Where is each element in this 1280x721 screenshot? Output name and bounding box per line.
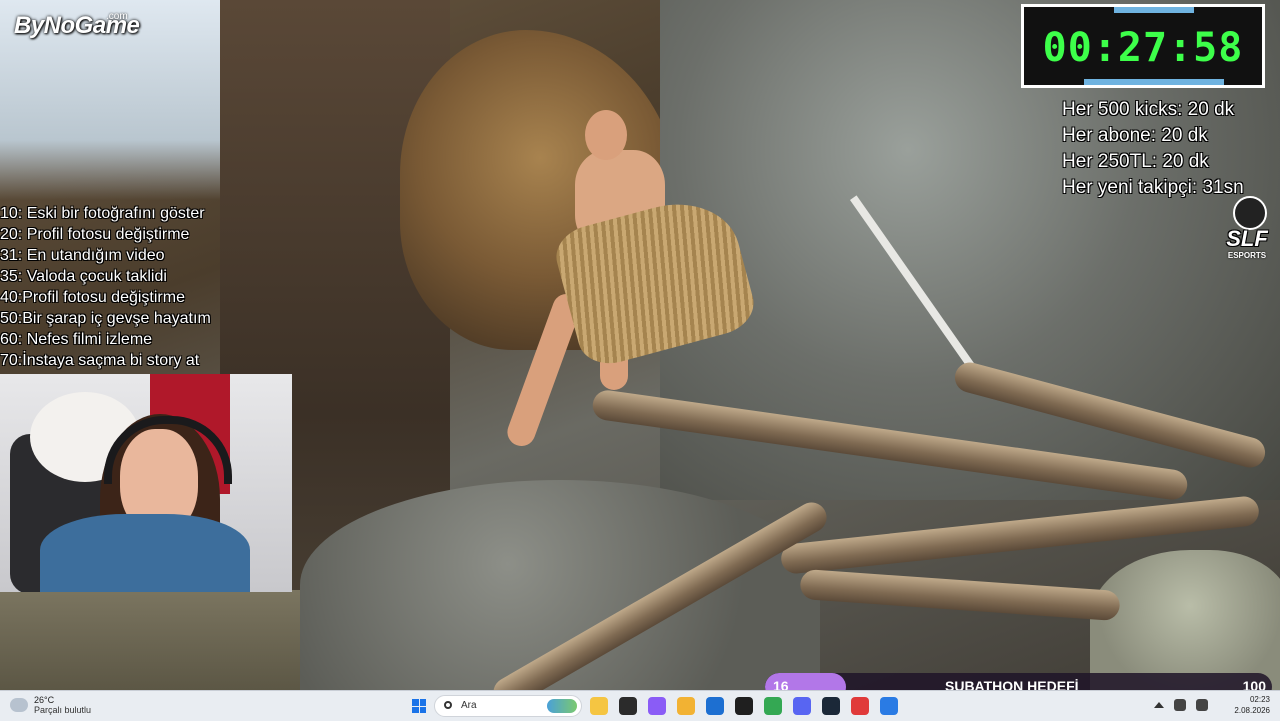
rate-item: Her 250TL: 20 dk <box>1062 151 1209 172</box>
obs-icon[interactable] <box>735 697 753 715</box>
system-tray <box>1154 699 1208 711</box>
team-logo: SLF ESPORTS <box>1219 196 1275 264</box>
search-icon <box>444 701 452 709</box>
rate-item: Her yeni takipçi: 31sn <box>1062 177 1244 198</box>
timer-value: 00:27:58 <box>1042 25 1244 71</box>
taskbar-search[interactable]: Ara <box>434 695 582 717</box>
weather-desc: Parçalı bulutlu <box>34 705 92 715</box>
streamer-in-video <box>503 110 761 460</box>
taskbar: 26°C Parçalı bulutlu Ara 02:23 2.08.2026 <box>0 690 1280 721</box>
folder-icon[interactable] <box>677 697 695 715</box>
steam-icon[interactable] <box>822 697 840 715</box>
volume-icon[interactable] <box>1196 699 1208 711</box>
goal-item: 50:Bir şarap iç gevşe hayatım <box>0 310 211 327</box>
team-logo-subtext: ESPORTS <box>1227 251 1267 260</box>
boulder <box>1090 550 1280 690</box>
search-placeholder: Ara <box>461 700 477 711</box>
sub-goals-list: 10: Eski bir fotoğrafını göster 20: Prof… <box>0 203 211 371</box>
goal-item: 31: En utandığım video <box>0 247 165 264</box>
driftwood-log <box>799 568 1121 622</box>
windows-start-icon[interactable] <box>412 699 426 713</box>
app-blue-icon[interactable] <box>880 697 898 715</box>
goal-item: 40:Profil fotosu değiştirme <box>0 289 185 306</box>
file-explorer-icon[interactable] <box>590 697 608 715</box>
dry-grass <box>0 590 300 690</box>
store-icon[interactable] <box>706 697 724 715</box>
webcam-overlay <box>0 374 292 592</box>
team-logo-text: SLF <box>1226 226 1268 251</box>
rate-item: Her abone: 20 dk <box>1062 125 1208 146</box>
discord-icon[interactable] <box>793 697 811 715</box>
copilot-icon[interactable] <box>648 697 666 715</box>
dragon-icon <box>1233 196 1267 230</box>
site-logo-suffix: .com <box>106 11 128 22</box>
time-rates: Her 500 kicks: 20 dk Her abone: 20 dk He… <box>1062 97 1244 201</box>
chrome-icon[interactable] <box>764 697 782 715</box>
goal-item: 35: Valoda çocuk taklidi <box>0 268 167 285</box>
goal-item: 10: Eski bir fotoğrafını göster <box>0 205 205 222</box>
clock-time: 02:23 <box>1249 695 1270 704</box>
app-red-icon[interactable] <box>851 697 869 715</box>
pinned-apps <box>590 697 898 715</box>
terminal-icon[interactable] <box>619 697 637 715</box>
clock[interactable]: 02:23 2.08.2026 <box>1218 694 1270 716</box>
cloud-icon <box>10 698 28 712</box>
chevron-up-icon[interactable] <box>1154 702 1164 708</box>
clock-date: 2.08.2026 <box>1234 706 1270 715</box>
rate-item: Her 500 kicks: 20 dk <box>1062 99 1235 120</box>
subathon-timer: 00:27:58 <box>1021 4 1265 88</box>
goal-item: 70:İnstaya saçma bi story at <box>0 352 200 369</box>
goal-item: 20: Profil fotosu değiştirme <box>0 226 190 243</box>
weather-widget[interactable]: 26°C Parçalı bulutlu <box>10 695 91 715</box>
goal-item: 60: Nefes filmi izleme <box>0 331 153 348</box>
search-highlight-icon <box>547 699 577 713</box>
network-icon[interactable] <box>1174 699 1186 711</box>
weather-temp: 26°C <box>34 695 55 705</box>
